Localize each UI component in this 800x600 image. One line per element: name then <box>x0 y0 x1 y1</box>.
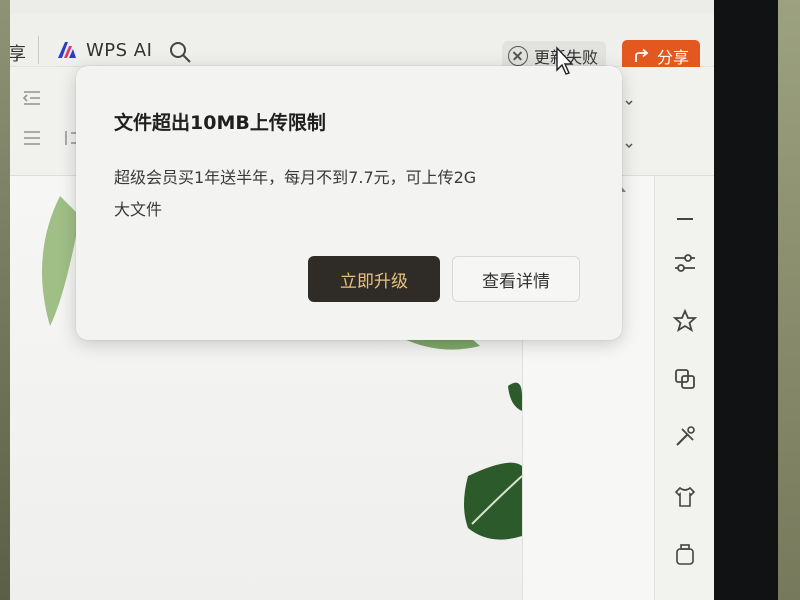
monitor-bezel <box>714 0 778 600</box>
dialog-title: 文件超出10MB上传限制 <box>114 112 326 134</box>
settings-sliders-icon[interactable] <box>672 250 698 276</box>
upgrade-now-button[interactable]: 立即升级 <box>308 256 440 302</box>
dialog-message: 超级会员买1年送半年，每月不到7.7元，可上传2G 大文件 <box>114 162 590 226</box>
wps-ai-logo-icon <box>58 42 76 58</box>
bottle-icon[interactable] <box>672 542 698 568</box>
share-label: 分享 <box>656 48 689 67</box>
align-icon[interactable] <box>22 129 42 147</box>
clothes-icon[interactable] <box>672 484 698 510</box>
wps-ai-button[interactable]: WPS AI <box>56 36 152 64</box>
app-screen: 享 WPS AI 更新失败 分享 <box>10 0 714 600</box>
search-icon[interactable] <box>168 40 192 64</box>
minimize-icon[interactable] <box>672 206 698 232</box>
dialog-message-line2: 大文件 <box>114 200 163 219</box>
desk-background-left <box>0 0 10 600</box>
indent-decrease-icon[interactable] <box>22 89 42 107</box>
view-details-button[interactable]: 查看详情 <box>452 256 580 302</box>
upload-limit-dialog: 文件超出10MB上传限制 超级会员买1年送半年，每月不到7.7元，可上传2G 大… <box>76 66 622 340</box>
star-icon[interactable] <box>672 308 698 334</box>
compare-icon[interactable] <box>672 366 698 392</box>
top-toolbar: 享 WPS AI 更新失败 分享 <box>10 14 714 72</box>
toolbar-divider <box>38 36 39 64</box>
share-icon <box>635 48 649 62</box>
tools-icon[interactable] <box>672 424 698 450</box>
dialog-message-line1: 超级会员买1年送半年，每月不到7.7元，可上传2G <box>114 168 477 187</box>
mouse-cursor-icon <box>556 46 574 75</box>
partial-menu-label[interactable]: 享 <box>10 40 26 66</box>
wps-ai-label: WPS AI <box>86 39 153 61</box>
close-circle-icon <box>508 46 528 66</box>
desk-background-right <box>778 0 800 600</box>
